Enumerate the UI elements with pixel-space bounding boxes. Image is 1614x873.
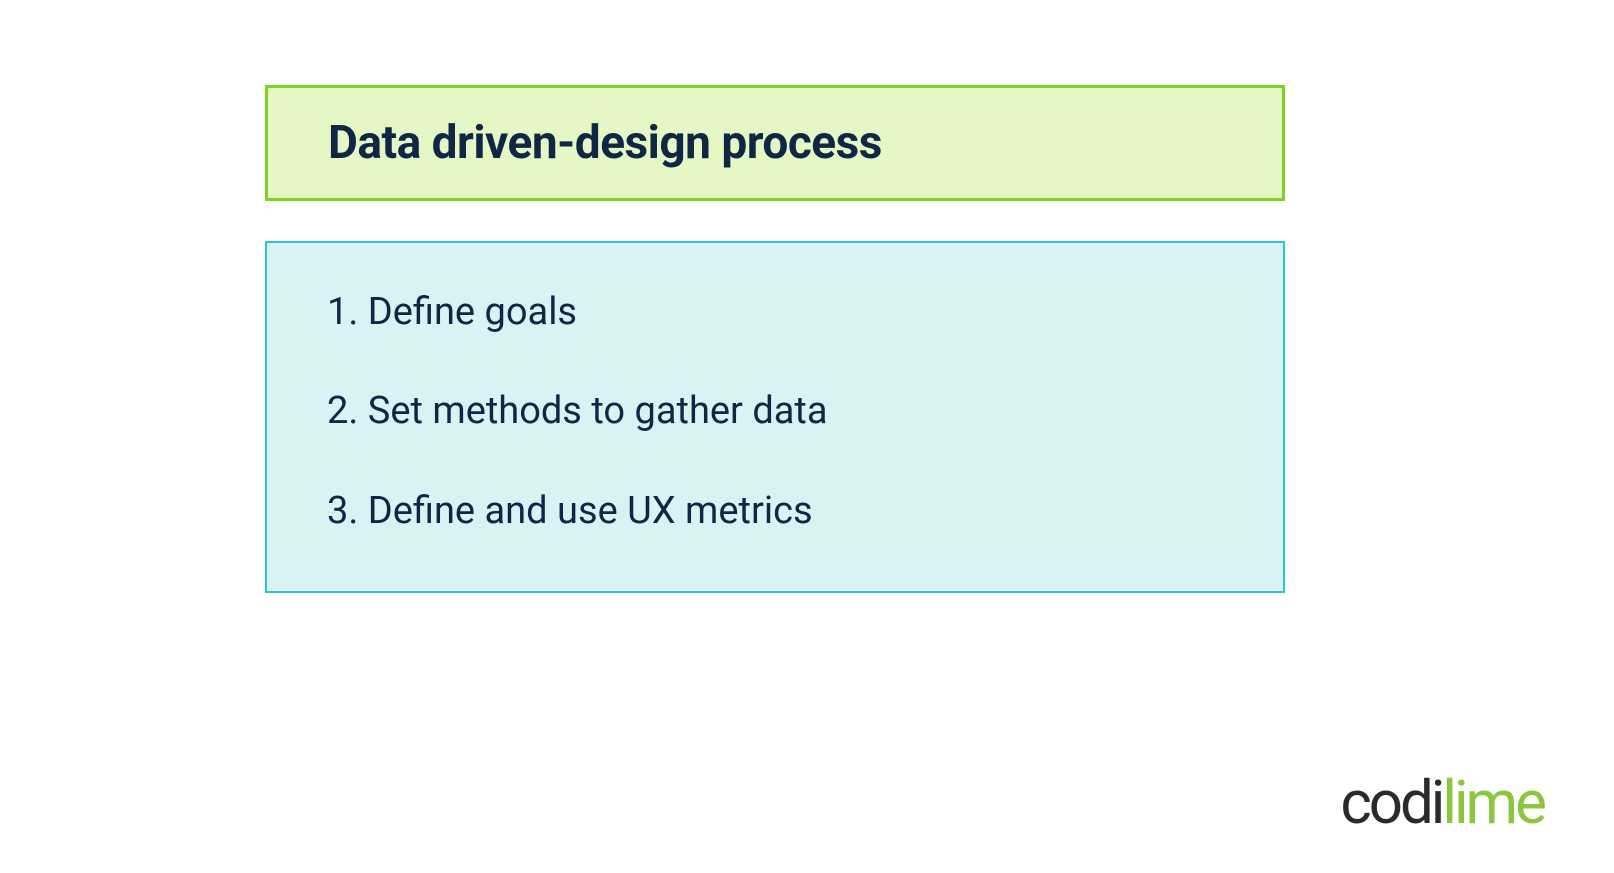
step-item: 3. Define and use UX metrics — [327, 487, 1223, 536]
step-item: 1. Define goals — [327, 288, 1223, 337]
logo-part-dark: codi — [1340, 767, 1442, 838]
title-box: Data driven-design process — [265, 85, 1285, 201]
logo-part-green: lime — [1442, 767, 1544, 838]
codilime-logo: codilime — [1340, 773, 1544, 833]
slide-title: Data driven-design process — [328, 116, 1222, 170]
content-container: Data driven-design process 1. Define goa… — [265, 85, 1285, 593]
steps-list-box: 1. Define goals 2. Set methods to gather… — [265, 241, 1285, 593]
step-item: 2. Set methods to gather data — [327, 387, 1223, 436]
